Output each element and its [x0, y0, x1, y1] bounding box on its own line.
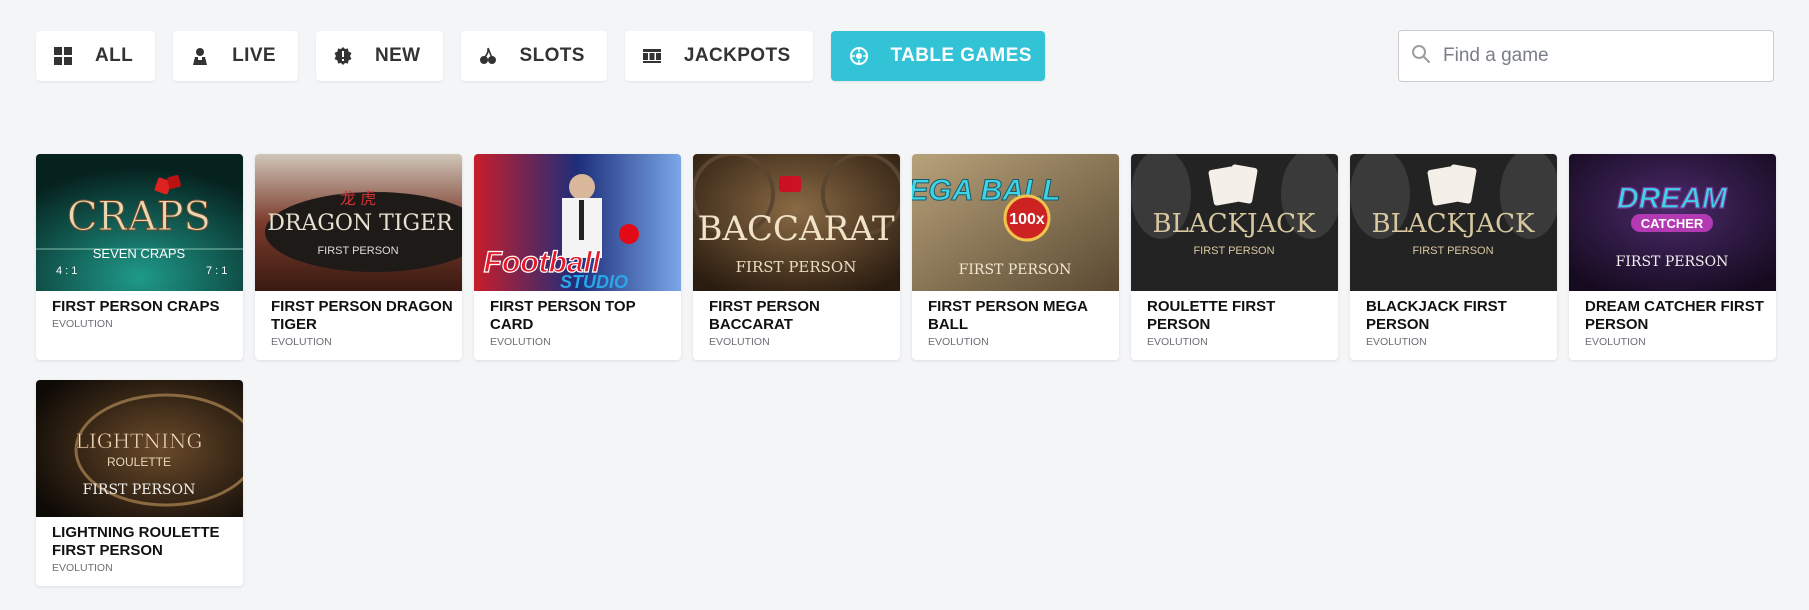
thumb-logo-text: BLACKJACK [1153, 209, 1317, 239]
game-provider: EVOLUTION [1147, 336, 1208, 348]
search-icon [1411, 44, 1431, 69]
svg-text:ROULETTE: ROULETTE [107, 455, 171, 469]
game-title: FIRST PERSON BACCARAT [709, 298, 820, 333]
tab-label: ALL [95, 45, 134, 66]
svg-text:CATCHER: CATCHER [1641, 216, 1704, 231]
game-provider: EVOLUTION [52, 318, 113, 330]
game-card[interactable]: BLACKJACK FIRST PERSON BLACKJACK FIRST P… [1350, 154, 1557, 360]
game-provider: EVOLUTION [928, 336, 989, 348]
tab-label: NEW [374, 45, 421, 66]
cherries-icon [478, 46, 498, 66]
tab-table-games[interactable]: TABLE GAMES [830, 31, 1045, 81]
game-title: DREAM CATCHER FIRST PERSON [1585, 298, 1764, 333]
game-provider: EVOLUTION [1585, 336, 1646, 348]
game-card[interactable]: BLACKJACK FIRST PERSON ROULETTE FIRST PE… [1131, 154, 1338, 360]
game-title: FIRST PERSON CRAPS [52, 298, 220, 315]
game-thumbnail: BLACKJACK FIRST PERSON [1131, 154, 1338, 291]
thumb-sub-text: FIRST PERSON [736, 258, 857, 276]
game-card[interactable]: Football STUDIO FIRST PERSON TOP CARD EV… [474, 154, 681, 360]
tab-jackpots[interactable]: JACKPOTS [624, 31, 813, 81]
game-card[interactable]: LIGHTNING ROULETTE FIRST PERSON LIGHTNIN… [36, 380, 243, 586]
thumb-logo-text: BACCARAT [697, 209, 894, 249]
grid-icon [53, 46, 73, 66]
tab-label: SLOTS [519, 45, 585, 66]
game-thumbnail: BLACKJACK FIRST PERSON [1350, 154, 1557, 291]
roulette-chip-icon [849, 46, 869, 66]
game-provider: EVOLUTION [1366, 336, 1427, 348]
thumb-sub-text: FIRST PERSON [1193, 245, 1274, 257]
game-card[interactable]: 龙 虎 DRAGON TIGER FIRST PERSON FIRST PERS… [255, 154, 462, 360]
thumb-sub-text: FIRST PERSON [317, 245, 398, 257]
game-provider: EVOLUTION [271, 336, 332, 348]
svg-text:100x: 100x [1009, 211, 1045, 228]
game-card[interactable]: MEGA BALL 100x FIRST PERSON FIRST PERSON… [912, 154, 1119, 360]
game-thumbnail: CRAPS SEVEN CRAPS 4 : 1 7 : 1 [36, 154, 243, 291]
thumb-sub-text: STUDIO [560, 272, 628, 291]
thumb-sub-text: FIRST PERSON [959, 262, 1072, 278]
game-card[interactable]: BACCARAT FIRST PERSON FIRST PERSON BACCA… [693, 154, 900, 360]
game-title: ROULETTE FIRST PERSON [1147, 298, 1276, 333]
game-thumbnail: Football STUDIO [474, 154, 681, 291]
tab-label: JACKPOTS [683, 45, 791, 66]
tab-live[interactable]: LIVE [173, 31, 298, 81]
game-provider: EVOLUTION [709, 336, 770, 348]
game-title: BLACKJACK FIRST PERSON [1366, 298, 1507, 333]
thumb-sub-text: SEVEN CRAPS [93, 246, 186, 261]
tab-new[interactable]: NEW [315, 31, 443, 81]
thumb-sub-text: FIRST PERSON [1616, 254, 1729, 270]
game-thumbnail: 龙 虎 DRAGON TIGER FIRST PERSON [255, 154, 462, 291]
live-dealer-icon [190, 46, 210, 66]
game-thumbnail: BACCARAT FIRST PERSON [693, 154, 900, 291]
category-filter-bar: ALL LIVE NEW SLOTS JACKPOTS TABLE GAMES [36, 31, 1045, 81]
tab-label: LIVE [232, 45, 276, 66]
svg-text:7 : 1: 7 : 1 [206, 265, 227, 277]
game-thumbnail: MEGA BALL 100x FIRST PERSON [912, 154, 1119, 291]
thumb-sub-text: FIRST PERSON [1412, 245, 1493, 257]
game-card[interactable]: DREAM CATCHER FIRST PERSON DREAM CATCHER… [1569, 154, 1776, 360]
game-title: FIRST PERSON MEGA BALL [928, 298, 1088, 333]
game-title: LIGHTNING ROULETTE FIRST PERSON [52, 524, 220, 559]
tab-slots[interactable]: SLOTS [460, 31, 607, 81]
game-thumbnail: LIGHTNING ROULETTE FIRST PERSON [36, 380, 243, 517]
game-thumbnail: DREAM CATCHER FIRST PERSON [1569, 154, 1776, 291]
thumb-sub-text: FIRST PERSON [83, 482, 196, 498]
svg-text:4 : 1: 4 : 1 [56, 265, 77, 277]
thumb-logo-text: BLACKJACK [1372, 209, 1536, 239]
game-title: FIRST PERSON TOP CARD [490, 298, 636, 333]
search-input[interactable] [1441, 44, 1765, 68]
thumb-logo-text: DREAM [1617, 182, 1728, 215]
thumb-logo-text: DRAGON TIGER [267, 211, 454, 236]
slot-reels-icon [642, 46, 662, 66]
game-provider: EVOLUTION [52, 562, 113, 574]
game-title: FIRST PERSON DRAGON TIGER [271, 298, 453, 333]
thumb-logo-text: LIGHTNING [76, 429, 203, 453]
game-card[interactable]: CRAPS SEVEN CRAPS 4 : 1 7 : 1 FIRST PERS… [36, 154, 243, 360]
alert-badge-icon [333, 46, 353, 66]
svg-text:龙 虎: 龙 虎 [340, 190, 376, 208]
game-provider: EVOLUTION [490, 336, 551, 348]
search-box [1398, 30, 1774, 82]
tab-label: TABLE GAMES [890, 45, 1032, 66]
tab-all[interactable]: ALL [36, 31, 156, 81]
thumb-logo-text: CRAPS [67, 194, 211, 240]
